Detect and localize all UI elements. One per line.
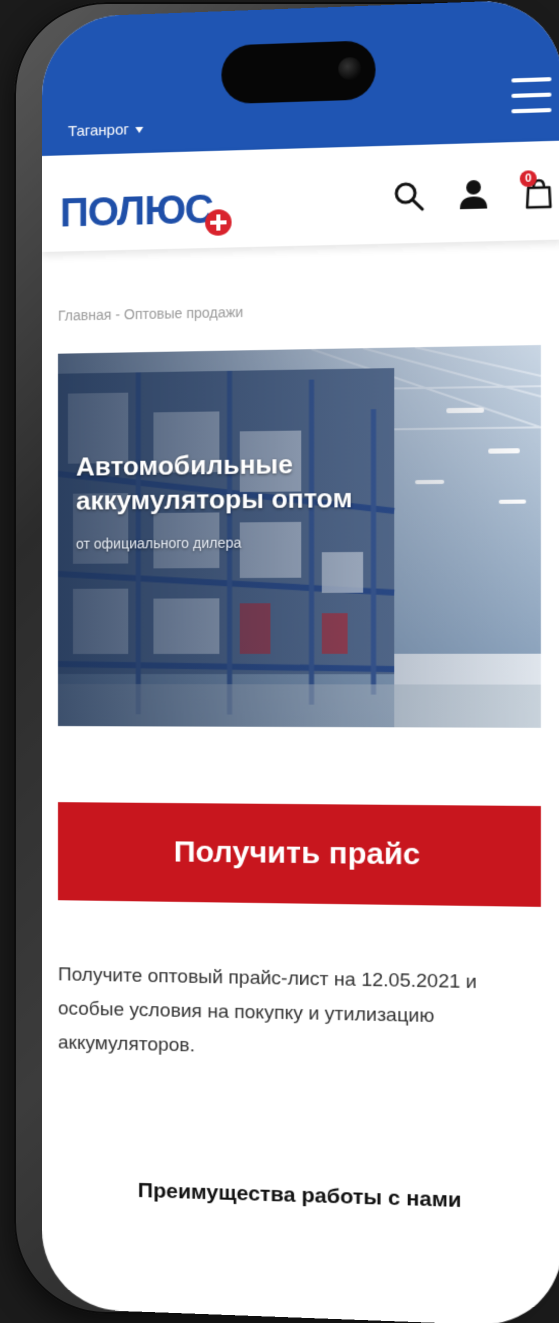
phone-screen: Таганрог ПОЛЮС 0 Главная - Оптовые прода… [42, 0, 559, 1323]
banner-text: Автомобильные аккумуляторы оптом от офиц… [75, 445, 413, 552]
header-icons: 0 [392, 170, 556, 213]
city-selector[interactable]: Таганрог [67, 121, 144, 141]
city-name: Таганрог [67, 121, 129, 141]
device-mockup-stage: Таганрог ПОЛЮС 0 Главная - Оптовые прода… [0, 0, 559, 1323]
site-header: ПОЛЮС 0 [42, 140, 559, 252]
price-description: Получите оптовый прайс-лист на 12.05.202… [57, 964, 477, 1057]
phone-frame: Таганрог ПОЛЮС 0 Главная - Оптовые прода… [14, 0, 559, 1323]
dynamic-island [221, 40, 376, 105]
logo[interactable]: ПОЛЮС [59, 181, 232, 236]
breadcrumb-home-link[interactable]: Главная [58, 307, 111, 324]
advantages-heading: Преимущества работы с нами [137, 1178, 462, 1213]
breadcrumb: Главная - Оптовые продажи [58, 304, 243, 324]
logo-text: ПОЛЮС [59, 187, 213, 236]
camera-lens-icon [338, 56, 362, 81]
user-icon[interactable] [457, 178, 491, 212]
menu-line [511, 92, 552, 98]
search-icon[interactable] [392, 179, 425, 213]
menu-line [511, 77, 552, 83]
top-bar: Таганрог [42, 0, 559, 156]
menu-line [511, 107, 552, 114]
get-price-button[interactable]: Получить прайс [57, 802, 541, 907]
breadcrumb-separator: - [111, 306, 124, 323]
red-cross-plus-icon [204, 209, 232, 236]
banner-title: Автомобильные аккумуляторы оптом [75, 448, 353, 516]
hero-banner: Автомобильные аккумуляторы оптом от офиц… [57, 345, 541, 728]
hamburger-menu-icon[interactable] [511, 77, 552, 114]
breadcrumb-current: Оптовые продажи [123, 303, 244, 323]
banner-subtitle: от официального дилера [75, 534, 242, 552]
cart-icon[interactable]: 0 [519, 170, 556, 210]
caret-down-icon [135, 126, 144, 133]
